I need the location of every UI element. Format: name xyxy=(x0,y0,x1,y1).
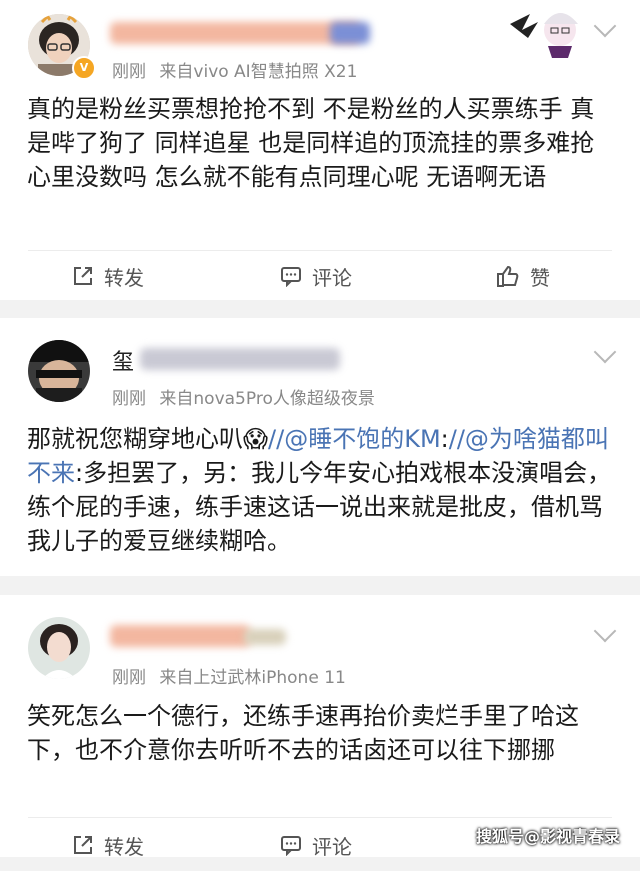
decorative-avatar-sticker xyxy=(508,4,592,58)
post-meta: 刚刚 来自nova5Pro人像超级夜景 xyxy=(112,384,375,409)
comment-button[interactable]: 评论 xyxy=(280,250,352,302)
scream-emoji-icon: 😱 xyxy=(243,425,269,453)
username-badge-blurred xyxy=(244,629,286,645)
post-time: 刚刚 xyxy=(112,389,146,409)
post-card-2: 玺 刚刚 来自nova5Pro人像超级夜景 那就祝您糊穿地心叭😱//@睡不饱的K… xyxy=(0,318,640,576)
post-card-3: 刚刚 来自上过武林iPhone 11 笑死怎么一个德行，还练手速再抬价卖烂手里了… xyxy=(0,595,640,859)
share-icon xyxy=(74,267,92,285)
thumbs-up-icon xyxy=(497,265,519,287)
chevron-down-icon[interactable] xyxy=(593,14,617,38)
divider xyxy=(28,817,612,818)
comment-icon xyxy=(281,267,301,287)
watermark: 搜狐号@影视青春录 xyxy=(475,827,620,846)
avatar[interactable] xyxy=(28,617,90,679)
chevron-down-icon[interactable] xyxy=(593,619,617,643)
repost-button[interactable]: 转发 xyxy=(72,819,144,871)
mention-link-1[interactable]: //@睡不饱的KM xyxy=(268,425,441,453)
comment-icon xyxy=(281,836,301,856)
like-label: 赞 xyxy=(530,265,550,290)
post-meta: 刚刚 来自vivo AI智慧拍照 X21 xyxy=(112,57,357,82)
username-blurred[interactable] xyxy=(110,22,360,44)
username[interactable]: 玺 xyxy=(112,344,134,376)
post-source: 来自nova5Pro人像超级夜景 xyxy=(159,389,375,409)
chevron-down-icon[interactable] xyxy=(593,340,617,364)
verified-badge-icon: V xyxy=(72,56,96,80)
username-blurred xyxy=(140,348,340,370)
comment-button[interactable]: 评论 xyxy=(280,819,352,871)
post-body: 笑死怎么一个德行，还练手速再抬价卖烂手里了哈这下，也不介意你去听听不去的话卤还可… xyxy=(27,702,579,764)
post-body: 那就祝您糊穿地心叭😱//@睡不饱的KM://@为啥猫都叫不来:多担罢了，另：我儿… xyxy=(27,422,617,558)
post-source: 来自vivo AI智慧拍照 X21 xyxy=(159,62,358,82)
like-button[interactable]: 赞 xyxy=(496,250,550,302)
repost-label: 转发 xyxy=(104,834,144,859)
comment-label: 评论 xyxy=(312,265,352,290)
post-actions: 转发 评论 赞 xyxy=(0,250,640,302)
post-source: 来自上过武林iPhone 11 xyxy=(159,668,346,688)
comment-label: 评论 xyxy=(312,834,352,859)
post-time: 刚刚 xyxy=(112,62,146,82)
post-meta: 刚刚 来自上过武林iPhone 11 xyxy=(112,663,346,688)
username-blurred-tail xyxy=(330,22,370,44)
post-time: 刚刚 xyxy=(112,668,146,688)
avatar[interactable] xyxy=(28,340,90,402)
repost-button[interactable]: 转发 xyxy=(72,250,144,302)
post-card-1: V 刚刚 来自vivo AI智慧拍照 X21 真的是粉丝买票想抢抢不到 不是粉丝… xyxy=(0,0,640,300)
share-icon xyxy=(74,836,92,854)
username-blurred[interactable] xyxy=(110,625,250,647)
body-text-after: :多担罢了，另：我儿今年安心拍戏根本没演唱会，练个屁的手速，练手速这话一说出来就… xyxy=(27,459,612,555)
post-body: 真的是粉丝买票想抢抢不到 不是粉丝的人买票练手 真是哔了狗了 同样追星 也是同样… xyxy=(27,95,595,191)
body-text-before: 那就祝您糊穿地心叭 xyxy=(27,425,243,453)
repost-label: 转发 xyxy=(104,265,144,290)
mention-separator: : xyxy=(440,425,449,453)
